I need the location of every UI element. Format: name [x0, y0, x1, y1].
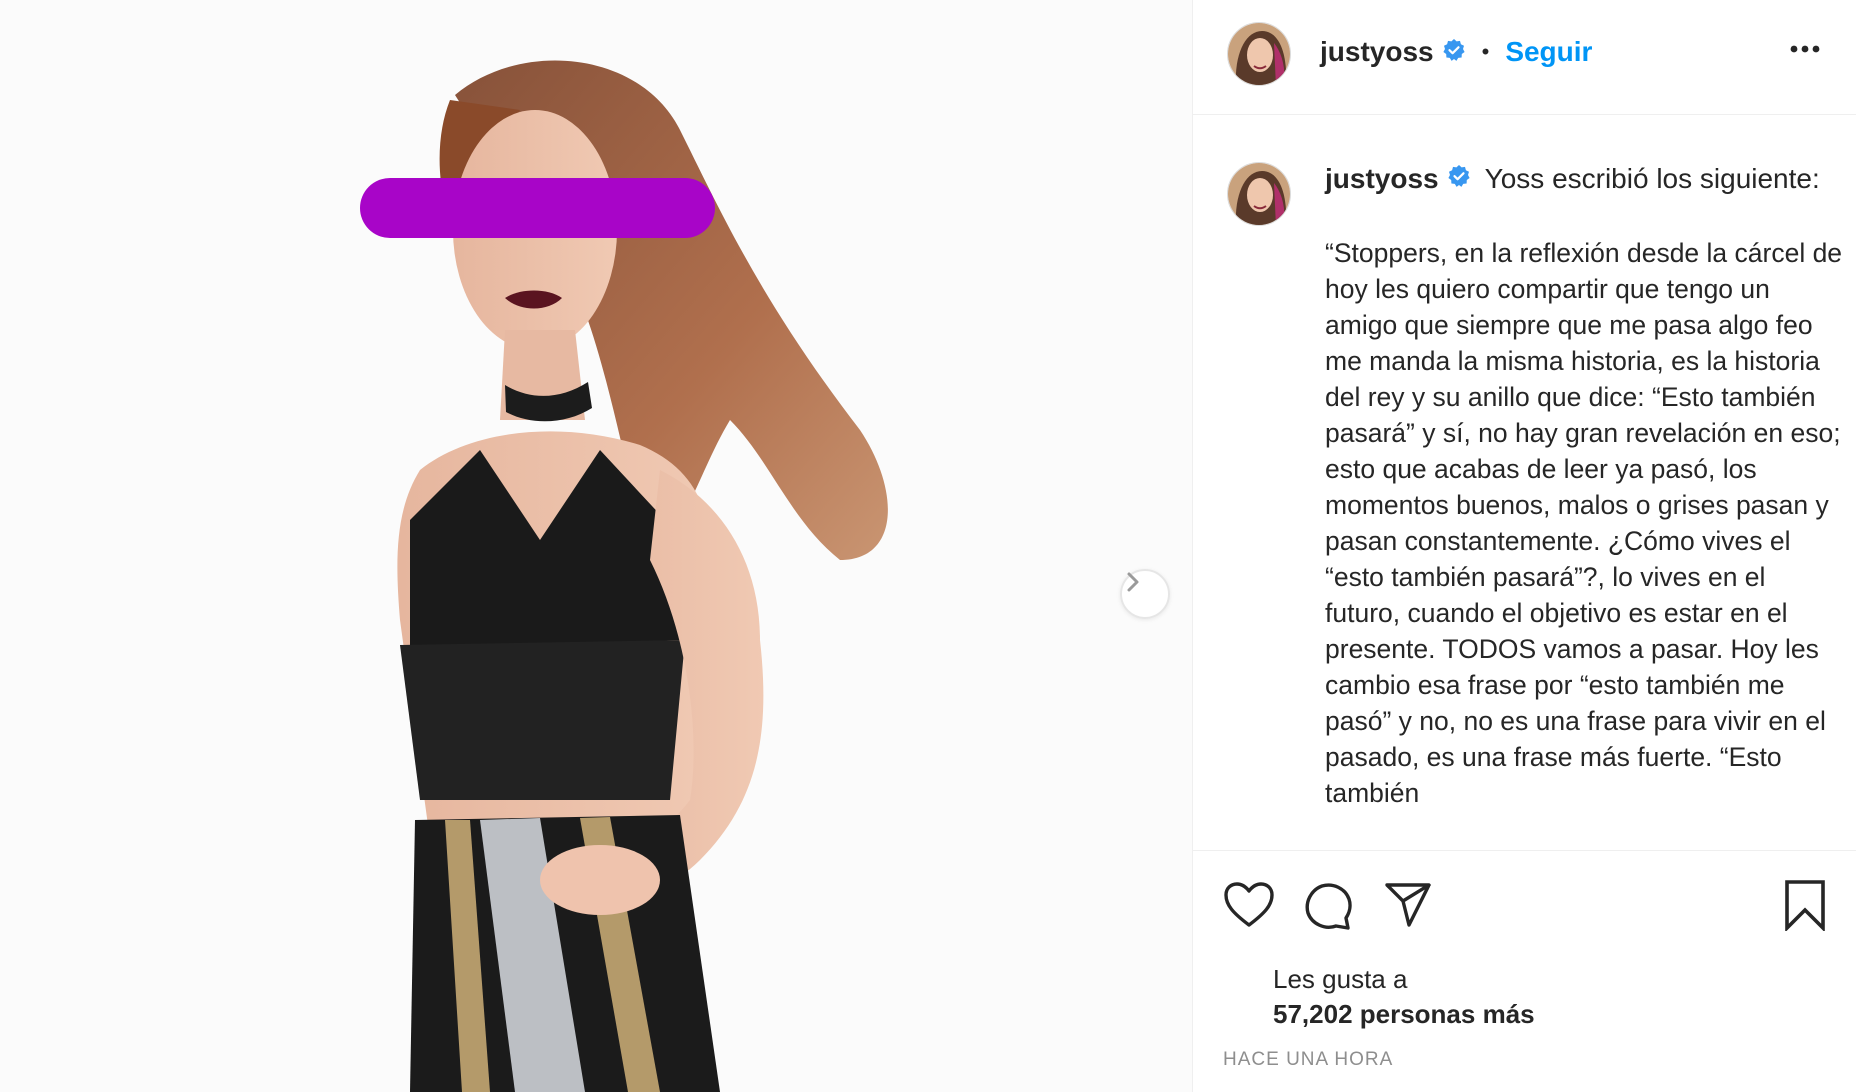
verified-badge-icon: [1447, 163, 1471, 195]
separator-dot: •: [1481, 39, 1490, 64]
censor-bar: [360, 178, 715, 238]
post-photo[interactable]: [0, 0, 1192, 1092]
follow-button[interactable]: Seguir: [1505, 36, 1592, 68]
caption-area: justyoss Yoss escribió los siguiente: “S…: [1193, 115, 1856, 850]
action-bar: Les gusta a 57,202 personas más HACE UNA…: [1193, 850, 1856, 1092]
likes-prefix: Les gusta a: [1273, 964, 1408, 994]
post-timestamp[interactable]: HACE UNA HORA: [1223, 1049, 1393, 1071]
heart-icon[interactable]: [1223, 881, 1275, 934]
header-user: justyoss • Seguir: [1320, 36, 1592, 68]
photo-illustration: [0, 0, 1192, 1092]
caption-lead: Yoss escribió los siguiente:: [1484, 163, 1820, 194]
comment-icon[interactable]: [1303, 881, 1353, 936]
paper-plane-icon[interactable]: [1383, 881, 1433, 934]
caption-text: “Stoppers, en la reflexión desde la cárc…: [1325, 238, 1850, 808]
likes-count[interactable]: 57,202 personas más: [1273, 999, 1535, 1030]
verified-badge-icon: [1442, 38, 1466, 67]
caption-avatar[interactable]: [1227, 162, 1291, 226]
header-username[interactable]: justyoss: [1320, 36, 1434, 68]
caption-username[interactable]: justyoss: [1325, 163, 1439, 195]
avatar[interactable]: [1227, 22, 1291, 86]
next-photo-button[interactable]: [1120, 569, 1170, 619]
post-sidebar: justyoss • Seguir justyoss Yoss escribió…: [1192, 0, 1856, 1092]
post-header: justyoss • Seguir: [1193, 0, 1856, 115]
more-options-icon[interactable]: [1789, 42, 1821, 60]
caption-user: justyoss Yoss escribió los siguiente:: [1325, 163, 1820, 195]
bookmark-icon[interactable]: [1783, 879, 1827, 936]
